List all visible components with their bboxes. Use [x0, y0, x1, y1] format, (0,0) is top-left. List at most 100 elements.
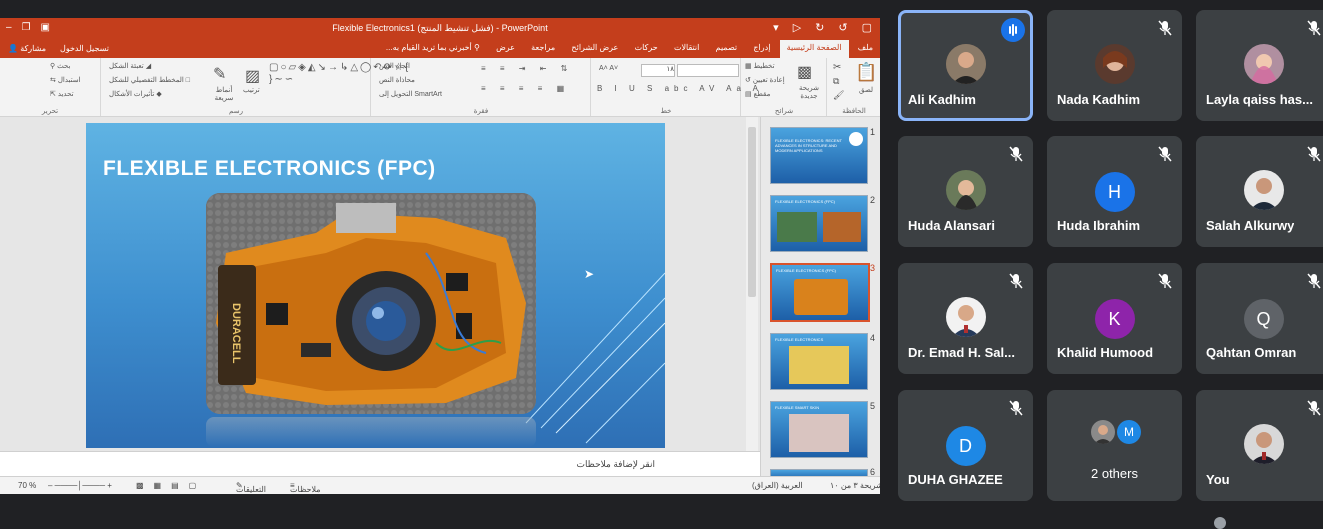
mic-off-icon — [1009, 273, 1023, 289]
thumb-image — [789, 414, 849, 452]
share-label: مشاركة — [20, 44, 47, 53]
shape-effects-button[interactable]: تأثيرات الأشكال ◆ — [109, 90, 162, 98]
view-buttons[interactable]: ▩▦▤▢ — [136, 481, 206, 490]
participant-tile[interactable]: Huda Alansari — [898, 136, 1033, 247]
participant-name: Dr. Emad H. Sal... — [908, 345, 1015, 360]
thumb-image — [794, 279, 848, 315]
mic-off-icon — [1009, 146, 1023, 162]
slides-label: شرائح — [774, 108, 794, 115]
quick-styles-icon[interactable]: ✎ — [213, 64, 226, 84]
participant-tile[interactable]: D DUHA GHAZEE — [898, 390, 1033, 501]
camera-photo[interactable]: DURACELL — [206, 193, 536, 414]
participant-tile[interactable]: Layla qaiss has... — [1196, 10, 1323, 121]
find-button[interactable]: ⚲ بحث — [50, 62, 70, 70]
format-painter-icon[interactable]: 🖌 — [833, 90, 844, 101]
font-name-box[interactable] — [677, 64, 739, 77]
thumb-image — [789, 346, 849, 384]
others-tile[interactable]: M 2 others — [1047, 390, 1182, 501]
slide-thumbnail-2[interactable]: FLEXIBLE ELECTRONICS (FPC) — [770, 195, 868, 252]
flexible-circuit-camera-image: DURACELL — [206, 193, 536, 414]
tab-insert[interactable]: إدراج — [746, 40, 777, 58]
quick-styles-button[interactable]: أنماط سريعة — [209, 86, 239, 102]
layout-button[interactable]: ▦ تخطيط — [745, 62, 775, 70]
tell-me-box[interactable]: ⚲ أخبرني بما تريد القيام به... — [379, 40, 487, 58]
tab-view[interactable]: عرض — [489, 40, 522, 58]
tab-design[interactable]: تصميم — [709, 40, 745, 58]
arrange-icon[interactable]: ▨ — [245, 66, 260, 86]
mic-off-icon — [1307, 20, 1321, 36]
window-title: Flexible Electronics1 (فشل تنشيط المنتج)… — [332, 23, 548, 33]
replace-button[interactable]: ⇆ استبدال — [50, 76, 81, 84]
participant-tile[interactable]: Salah Alkurwy — [1196, 136, 1323, 247]
tab-home[interactable]: الصفحة الرئيسية — [779, 40, 849, 58]
smartart-button[interactable]: التحويل إلى SmartArt — [379, 90, 442, 98]
slideshow-icon[interactable]: ▷ — [793, 21, 801, 34]
font-size-value: ١٨ — [666, 66, 674, 73]
participant-tile[interactable]: Nada Kadhim — [1047, 10, 1182, 121]
align-text-button[interactable]: محاذاة النص — [379, 76, 415, 84]
ribbon-tabs: ملف الصفحة الرئيسية إدراج تصميم انتقالات… — [0, 40, 880, 58]
thumb-caption: FLEXIBLE ELECTRONICS: RECENT ADVANCES IN… — [775, 138, 842, 153]
comments-label: التعليقات — [236, 485, 267, 494]
participant-tile[interactable]: K Khalid Humood — [1047, 263, 1182, 374]
new-slide-icon[interactable]: ▩ — [797, 62, 812, 82]
slide-number: 1 — [870, 127, 876, 137]
notes-pane[interactable]: انقر لإضافة ملاحظات — [0, 451, 760, 477]
shape-outline-button[interactable]: المخطط التفصيلي للشكل □ — [109, 76, 190, 84]
shapes-gallery[interactable]: ▢○▱◈◭↘→↳△◯↶⟳☆{ }∼∽ — [269, 62, 408, 86]
slide-thumbnail-3[interactable]: FLEXIBLE ELECTRONICS (FPC) — [770, 263, 870, 322]
font-grow-icon[interactable]: A˄ A˅ — [599, 65, 618, 72]
reset-button[interactable]: ↺ إعادة تعيين — [745, 76, 785, 84]
current-slide[interactable]: FLEXIBLE ELECTRONICS (FPC) DURACELL — [86, 123, 665, 448]
zoom-slider[interactable]: – ────│──── + — [48, 481, 112, 490]
participant-tile[interactable]: Dr. Emad H. Sal... — [898, 263, 1033, 374]
tab-file[interactable]: ملف — [851, 40, 880, 58]
slide-thumbnail-4[interactable]: FLEXIBLE ELECTRONICS — [770, 333, 868, 390]
save-icon[interactable]: ▢ — [862, 21, 872, 34]
participant-name: Layla qaiss has... — [1206, 92, 1313, 107]
font-format-icons[interactable]: B I U S abc AV Aa A — [597, 84, 763, 93]
participant-name: DUHA GHAZEE — [908, 472, 1003, 487]
tab-transitions[interactable]: انتقالات — [667, 40, 706, 58]
shape-fill-button[interactable]: تعبئة الشكل ◢ — [109, 62, 151, 70]
language-indicator: العربية (العراق) — [752, 481, 803, 490]
zoom-level[interactable]: 70 % — [18, 481, 36, 490]
font-label: خط — [660, 108, 672, 115]
signin-link[interactable]: تسجيل الدخول — [60, 44, 109, 53]
tab-slideshow[interactable]: عرض الشرائح — [564, 40, 625, 58]
cut-icon[interactable]: ✂ — [833, 62, 841, 73]
participant-tile[interactable]: Ali Kadhim — [898, 10, 1033, 121]
font-size-box[interactable]: ١٨ — [641, 64, 675, 77]
scrollbar-thumb[interactable] — [748, 127, 756, 297]
participant-name: Huda Alansari — [908, 218, 995, 233]
tab-review[interactable]: مراجعة — [524, 40, 562, 58]
arrange-button[interactable]: ترتيب — [243, 86, 260, 94]
notes-button[interactable]: ملاحظات ≡ — [290, 481, 321, 494]
undo-icon[interactable]: ↺ — [838, 21, 847, 34]
avatar — [945, 297, 986, 337]
slide-thumbnail-5[interactable]: FLEXIBLE SMART SKIN — [770, 401, 868, 458]
self-tile[interactable]: You — [1196, 390, 1323, 501]
share-button[interactable]: 👤 مشاركة — [8, 44, 46, 53]
paste-icon[interactable]: 📋 — [855, 62, 877, 83]
participant-tile[interactable]: Q Qahtan Omran — [1196, 263, 1323, 374]
slide-scrollbar[interactable] — [746, 117, 758, 451]
participant-name: Ali Kadhim — [908, 92, 976, 107]
participant-tile[interactable]: H Huda Ibrahim — [1047, 136, 1182, 247]
list-icons[interactable]: ≡ ≡ ⇥ ⇤ ⇅ — [481, 64, 573, 73]
tab-animations[interactable]: حركات — [628, 40, 665, 58]
customize-icon[interactable]: ▾ — [773, 21, 779, 34]
avatar — [1243, 44, 1284, 84]
select-label: تحديد — [57, 91, 74, 98]
slide-thumbnail-1[interactable]: FLEXIBLE ELECTRONICS: RECENT ADVANCES IN… — [770, 127, 868, 184]
select-button[interactable]: ⇱ تحديد — [50, 90, 74, 98]
clipboard-group: 📋 لصق ✂ ⧉ 🖌 الحافظة — [826, 58, 880, 116]
comments-button[interactable]: التعليقات ✎ — [236, 481, 266, 494]
align-icons[interactable]: ≡ ≡ ≡ ≡ ▦ — [481, 84, 570, 93]
mic-off-icon — [1307, 400, 1321, 416]
redo-icon[interactable]: ↻ — [815, 21, 824, 34]
new-slide-button[interactable]: شريحة جديدة — [793, 84, 825, 100]
thumb-caption: FLEXIBLE ELECTRONICS (FPC) — [776, 268, 837, 273]
paste-button[interactable]: لصق — [859, 86, 873, 94]
copy-icon[interactable]: ⧉ — [833, 76, 839, 87]
